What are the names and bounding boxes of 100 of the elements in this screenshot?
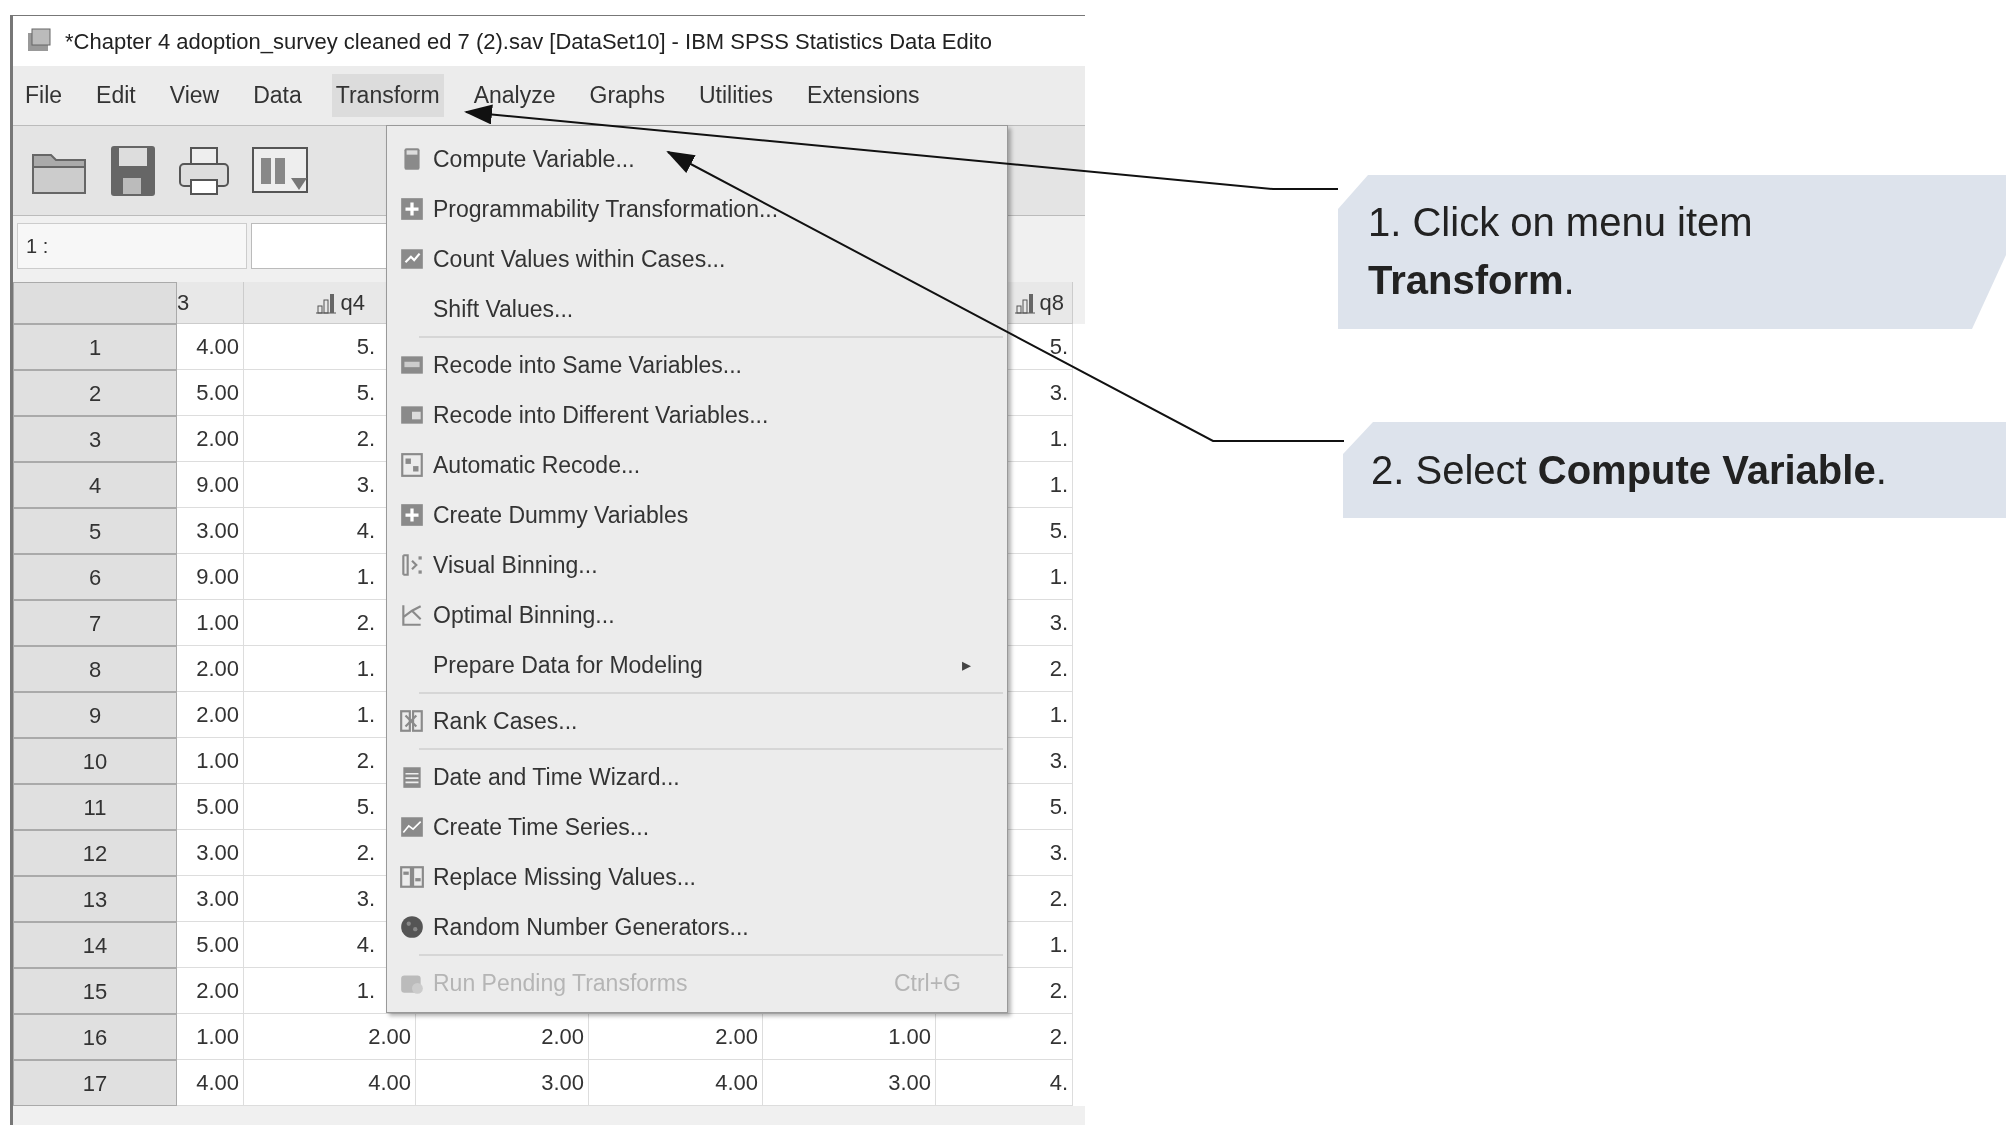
data-cell-text: 2.00 — [196, 425, 239, 453]
row-number[interactable]: 8 — [13, 646, 177, 692]
menu-bar-item[interactable]: Utilities — [694, 74, 778, 117]
data-cell-text: 4.00 — [368, 1069, 411, 1097]
data-cell-text: 9.00 — [196, 471, 239, 499]
column-header[interactable]: q8 — [1039, 286, 1064, 319]
data-cell-text: 1.00 — [196, 609, 239, 637]
menu-bar-item[interactable]: Graphs — [585, 74, 669, 117]
data-cell-text: 3. — [356, 471, 375, 499]
cell-reference-label: 1 : — [17, 223, 247, 269]
menu-item[interactable]: Shift Values... — [387, 284, 1007, 334]
data-cell-text: 5.00 — [196, 793, 239, 821]
data-cell-text: 1. — [1049, 931, 1068, 959]
row-number[interactable]: 14 — [13, 922, 177, 968]
row-number[interactable]: 13 — [13, 876, 177, 922]
data-cell-text: 3. — [1049, 379, 1068, 407]
data-cell-text: 2.00 — [196, 701, 239, 729]
data-cell-text: 4. — [356, 517, 375, 545]
data-cell-text: 1. — [356, 655, 375, 683]
menu-bar-item[interactable]: Data — [249, 74, 306, 117]
column-header[interactable]: 3 — [177, 286, 190, 319]
menu-item-icon — [399, 246, 425, 272]
menu-item-icon — [399, 502, 425, 528]
menu-bar-item[interactable]: Transform — [331, 74, 444, 117]
data-cell-text: 2.00 — [196, 655, 239, 683]
data-cell-text: 5. — [1049, 517, 1068, 545]
menu-bar-item[interactable]: Edit — [92, 74, 140, 117]
menu-item[interactable]: Automatic Recode... — [387, 440, 1007, 490]
data-cell-text: 1.00 — [196, 1023, 239, 1051]
submenu-arrow: ▸ — [962, 653, 971, 677]
menu-bar-item[interactable]: File — [21, 74, 67, 117]
menu-item[interactable]: Replace Missing Values... — [387, 852, 1007, 902]
menu-item-icon — [399, 452, 425, 478]
callout-text: 2. Select Compute Variable. — [1371, 447, 1887, 494]
menu-item[interactable]: Recode into Same Variables... — [387, 340, 1007, 390]
menu-bar-item[interactable]: Extensions — [803, 74, 924, 117]
data-cell-text: 2.00 — [715, 1023, 758, 1051]
data-cell-text: 2. — [1049, 885, 1068, 913]
row-number[interactable]: 4 — [13, 462, 177, 508]
data-cell-text: 3. — [1049, 747, 1068, 775]
data-cell-text: 4.00 — [196, 1069, 239, 1097]
menu-item[interactable]: Optimal Binning... — [387, 590, 1007, 640]
row-number[interactable]: 15 — [13, 968, 177, 1014]
data-cell-text: 2. — [356, 609, 375, 637]
data-cell-text: 3. — [356, 885, 375, 913]
data-cell-text: 1.00 — [196, 747, 239, 775]
data-cell-text: 2.00 — [196, 977, 239, 1005]
data-cell-text: 1. — [1049, 701, 1068, 729]
data-cell-text: 5.00 — [196, 931, 239, 959]
data-cell-text: 3.00 — [196, 885, 239, 913]
data-cell-text: 1. — [1049, 563, 1068, 591]
menu-item[interactable]: Random Number Generators... — [387, 902, 1007, 952]
menu-bar-item[interactable]: View — [165, 74, 224, 117]
row-number[interactable]: 7 — [13, 600, 177, 646]
data-cell-text: 3. — [1049, 839, 1068, 867]
menu-item[interactable]: Date and Time Wizard... — [387, 752, 1007, 802]
data-cell-text: 2.00 — [541, 1023, 584, 1051]
data-cell-text: 4. — [1049, 1069, 1068, 1097]
menu-item[interactable]: Rank Cases... — [387, 696, 1007, 746]
data-cell-text: 5. — [356, 333, 375, 361]
data-cell-text: 4. — [356, 931, 375, 959]
menu-item-icon — [399, 552, 425, 578]
data-cell-text: 5. — [356, 793, 375, 821]
data-cell-text: 9.00 — [196, 563, 239, 591]
data-cell-text: 1. — [1049, 425, 1068, 453]
row-number[interactable]: 1 — [13, 324, 177, 370]
row-number[interactable]: 16 — [13, 1014, 177, 1060]
column-header[interactable]: q4 — [340, 286, 365, 319]
row-number[interactable]: 17 — [13, 1060, 177, 1106]
menu-item[interactable]: Visual Binning... — [387, 540, 1007, 590]
menu-item-icon — [399, 864, 425, 890]
menu-item[interactable]: Create Time Series... — [387, 802, 1007, 852]
data-cell-text: 2. — [1049, 1023, 1068, 1051]
row-number[interactable]: 6 — [13, 554, 177, 600]
menu-item-icon — [399, 196, 425, 222]
menu-item[interactable]: Programmability Transformation... — [387, 184, 1007, 234]
row-number[interactable]: 3 — [13, 416, 177, 462]
data-cell-text: 4.00 — [715, 1069, 758, 1097]
row-number[interactable]: 11 — [13, 784, 177, 830]
data-cell-text: 2.00 — [368, 1023, 411, 1051]
data-cell-text: 5.00 — [196, 379, 239, 407]
data-cell-text: 2. — [356, 839, 375, 867]
row-number[interactable]: 9 — [13, 692, 177, 738]
menu-item[interactable]: Count Values within Cases... — [387, 234, 1007, 284]
menu-bar-item[interactable]: Analyze — [469, 74, 560, 117]
data-cell-text: 1. — [1049, 471, 1068, 499]
menu-item[interactable]: Recode into Different Variables... — [387, 390, 1007, 440]
data-cell-text: 1. — [356, 563, 375, 591]
menu-item[interactable]: Prepare Data for Modeling ▸ — [387, 640, 1007, 690]
save-icon[interactable] — [109, 143, 157, 198]
data-cell-text: 1.00 — [888, 1023, 931, 1051]
data-cell-text: 4.00 — [196, 333, 239, 361]
menu-item[interactable]: Create Dummy Variables — [387, 490, 1007, 540]
row-number[interactable]: 2 — [13, 370, 177, 416]
data-cell-text: 3.00 — [196, 839, 239, 867]
row-number[interactable]: 10 — [13, 738, 177, 784]
row-number[interactable]: 5 — [13, 508, 177, 554]
menu-item-icon — [399, 708, 425, 734]
row-number[interactable]: 12 — [13, 830, 177, 876]
data-cell-text: 2. — [356, 747, 375, 775]
